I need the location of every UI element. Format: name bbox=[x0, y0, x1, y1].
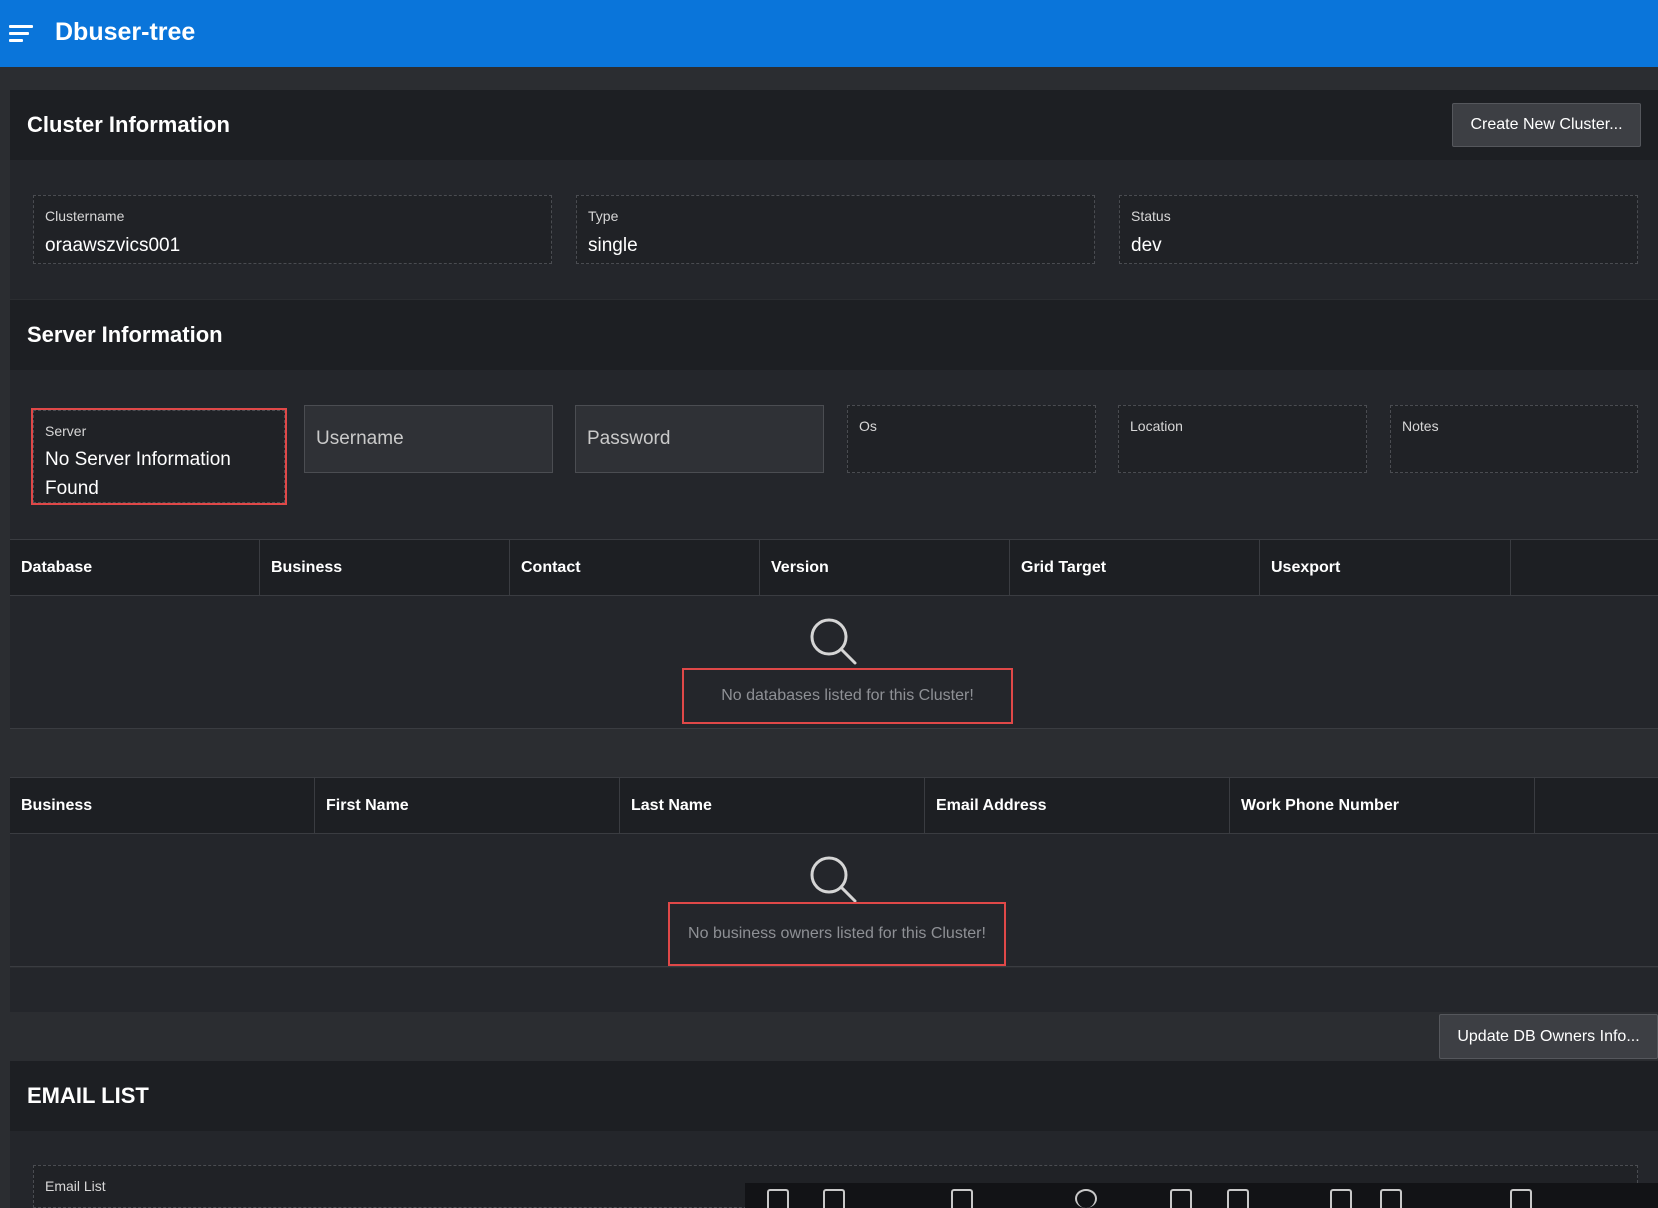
view-icon[interactable] bbox=[1330, 1189, 1352, 1208]
cluster-info-header: Cluster Information bbox=[10, 90, 1658, 160]
os-label: Os bbox=[859, 418, 877, 434]
clustername-field: Clustername oraawszvics001 bbox=[33, 195, 552, 264]
notes-label: Notes bbox=[1402, 418, 1439, 434]
column-header-first-name[interactable]: First Name bbox=[315, 778, 620, 833]
quick-edit-icon[interactable] bbox=[1380, 1189, 1402, 1208]
type-field: Type single bbox=[576, 195, 1095, 264]
email-list-header: EMAIL LIST bbox=[10, 1061, 1658, 1131]
app-title: Dbuser-tree bbox=[55, 18, 196, 46]
clustername-label: Clustername bbox=[45, 208, 125, 224]
column-header-business[interactable]: Business bbox=[10, 778, 315, 833]
owners-grid-footer bbox=[10, 968, 1658, 1012]
cluster-info-title: Cluster Information bbox=[27, 112, 230, 137]
column-header-version[interactable]: Version bbox=[760, 540, 1010, 595]
clustername-value: oraawszvics001 bbox=[45, 235, 181, 256]
owners-grid-header: Business First Name Last Name Email Addr… bbox=[10, 777, 1658, 834]
email-list-title: EMAIL LIST bbox=[27, 1083, 149, 1108]
search-icon bbox=[810, 618, 857, 665]
server-field: Server No Server Information Found bbox=[31, 408, 287, 505]
column-header-database[interactable]: Database bbox=[10, 540, 260, 595]
home-icon[interactable] bbox=[767, 1189, 789, 1208]
databases-grid-header: Database Business Contact Version Grid T… bbox=[10, 539, 1658, 596]
settings-icon[interactable] bbox=[1227, 1189, 1249, 1208]
create-new-cluster-button[interactable]: Create New Cluster... bbox=[1452, 103, 1641, 147]
column-header-email-address[interactable]: Email Address bbox=[925, 778, 1230, 833]
notes-field: Notes bbox=[1390, 405, 1638, 473]
session-icon[interactable] bbox=[1075, 1189, 1097, 1208]
column-header-grid-target[interactable]: Grid Target bbox=[1010, 540, 1260, 595]
edit-icon[interactable] bbox=[823, 1189, 845, 1208]
owners-grid-body: No business owners listed for this Clust… bbox=[10, 834, 1658, 967]
column-header-business[interactable]: Business bbox=[260, 540, 510, 595]
top-bar: Dbuser-tree bbox=[0, 0, 1658, 67]
os-field: Os bbox=[847, 405, 1096, 473]
hamburger-icon[interactable] bbox=[9, 25, 33, 43]
email-list-label: Email List bbox=[45, 1178, 106, 1194]
debug-icon[interactable] bbox=[1170, 1189, 1192, 1208]
column-header-contact[interactable]: Contact bbox=[510, 540, 760, 595]
databases-grid-body: No databases listed for this Cluster! bbox=[10, 596, 1658, 729]
no-business-owners-message: No business owners listed for this Clust… bbox=[668, 902, 1006, 966]
server-info-title: Server Information bbox=[27, 322, 223, 347]
page-icon[interactable] bbox=[951, 1189, 973, 1208]
status-field: Status dev bbox=[1119, 195, 1638, 264]
column-header-work-phone-number[interactable]: Work Phone Number bbox=[1230, 778, 1535, 833]
server-label: Server bbox=[45, 423, 87, 439]
type-value: single bbox=[588, 235, 638, 256]
password-input[interactable]: Password bbox=[575, 405, 824, 473]
status-label: Status bbox=[1131, 208, 1171, 224]
no-databases-message: No databases listed for this Cluster! bbox=[682, 668, 1013, 724]
location-field: Location bbox=[1118, 405, 1367, 473]
username-input[interactable]: Username bbox=[304, 405, 553, 473]
type-label: Type bbox=[588, 208, 619, 224]
customize-icon[interactable] bbox=[1510, 1189, 1532, 1208]
search-icon bbox=[810, 856, 857, 903]
server-value-line2: Found bbox=[45, 478, 99, 499]
status-value: dev bbox=[1131, 235, 1162, 256]
server-value-line1: No Server Information bbox=[45, 449, 231, 470]
location-label: Location bbox=[1130, 418, 1183, 434]
server-info-header: Server Information bbox=[10, 300, 1658, 370]
column-header-last-name[interactable]: Last Name bbox=[620, 778, 925, 833]
update-db-owners-button[interactable]: Update DB Owners Info... bbox=[1439, 1014, 1658, 1059]
column-header-usexport[interactable]: Usexport bbox=[1260, 540, 1511, 595]
developer-toolbar bbox=[745, 1183, 1658, 1208]
